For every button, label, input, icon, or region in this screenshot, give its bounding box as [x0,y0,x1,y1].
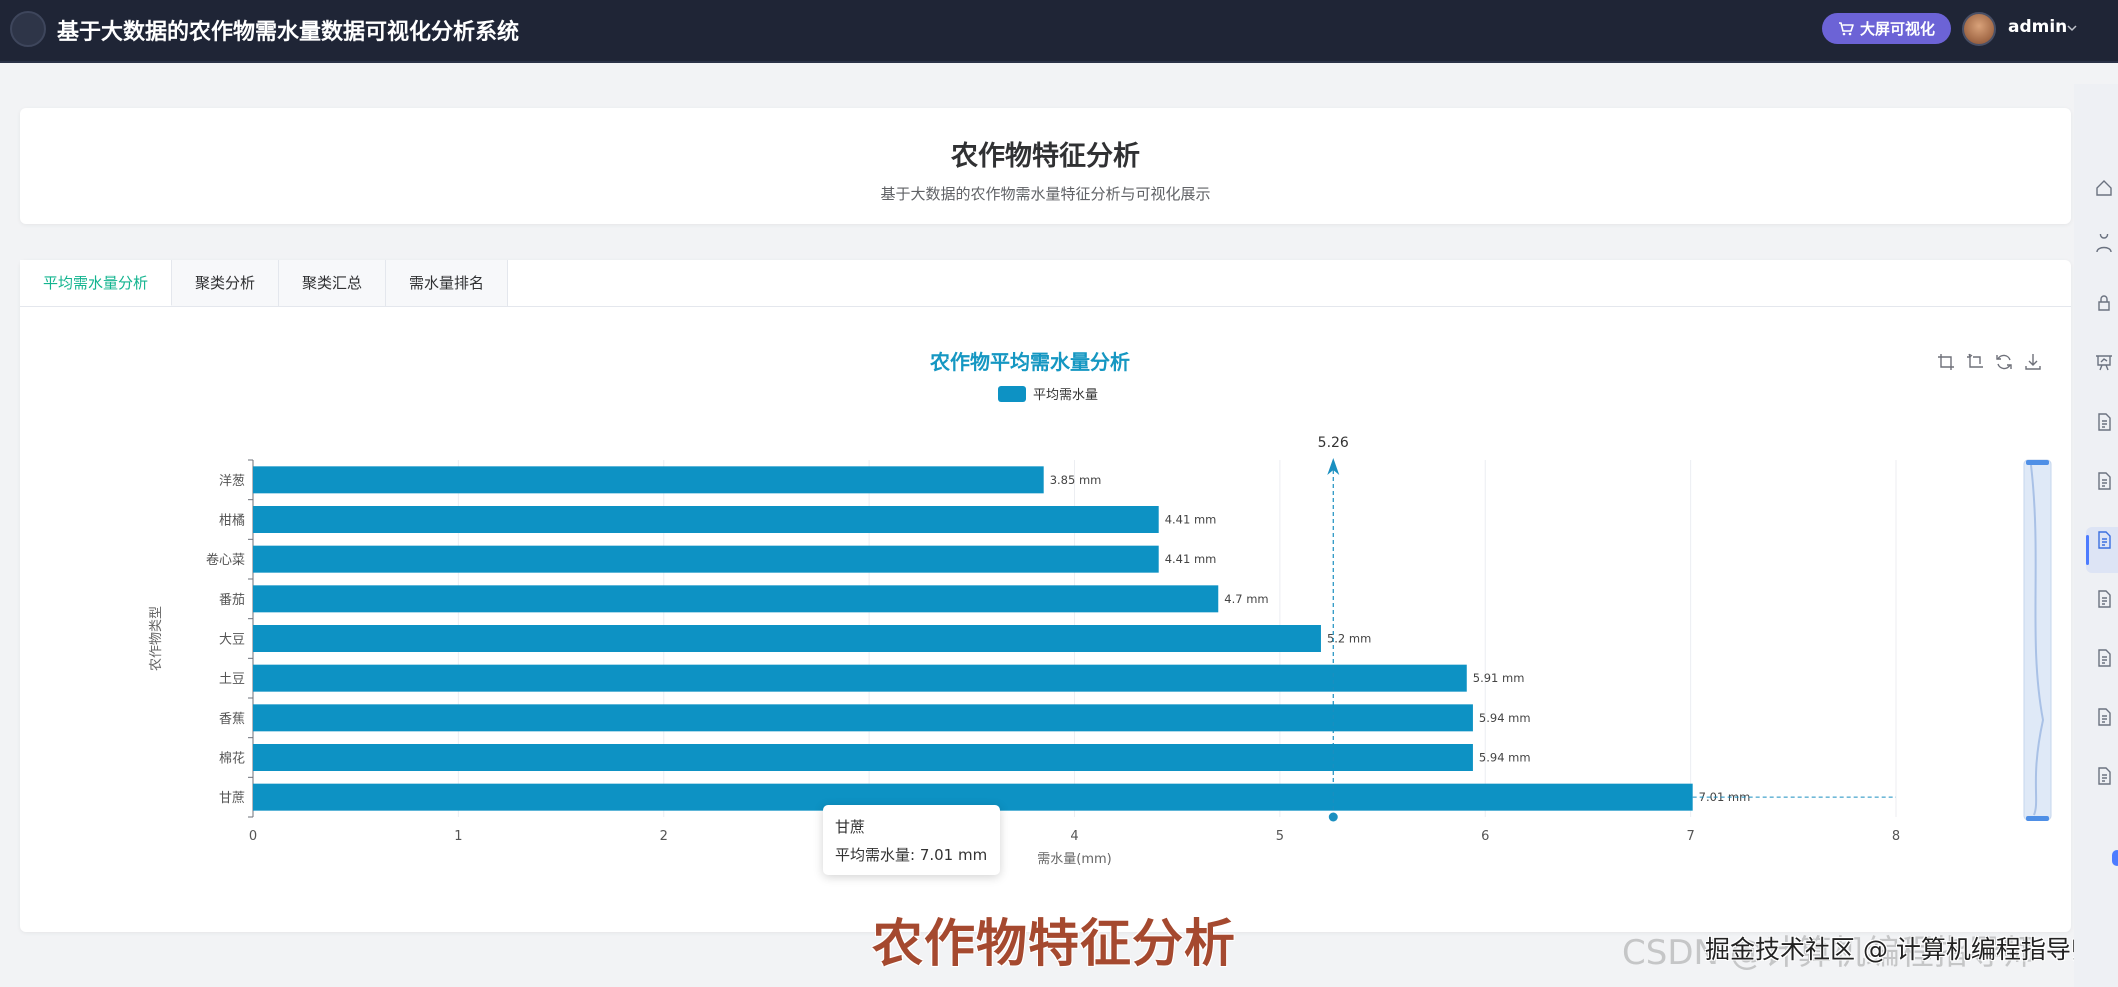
y-tick-label: 香蕉 [219,712,245,727]
video-caption: 农作物特征分析 [872,915,1237,974]
datazoom-handle-top [2026,460,2049,465]
x-tick-label: 1 [454,829,462,844]
x-tick-label: 7 [1686,829,1694,844]
bar [253,625,1321,652]
document-icon[interactable] [2094,589,2114,609]
document-icon[interactable] [2094,530,2114,550]
bar-data-label: 4.41 mm [1165,552,1217,566]
markline-label: 5.26 [1318,435,1349,451]
document-icon[interactable] [2094,648,2114,668]
credit-text: 掘金技术社区 @ 计算机编程指导师 [1705,935,2096,964]
document-icon[interactable] [2094,471,2114,491]
bar-data-label: 5.94 mm [1479,751,1531,765]
bar-data-label: 5.94 mm [1479,711,1531,725]
document-icon[interactable] [2094,766,2114,786]
x-tick-label: 0 [249,829,257,844]
bar [253,506,1159,533]
markline-dot [1328,812,1338,822]
x-tick-label: 2 [660,829,668,844]
datazoom-slider [2023,459,2052,821]
scroll-indicator[interactable] [2112,850,2118,866]
bar [253,545,1159,573]
bar [253,664,1467,692]
bar-data-label: 4.7 mm [1224,592,1268,606]
x-tick-label: 4 [1070,829,1078,844]
chart-tooltip: 甘蔗 平均需水量: 7.01 mm [823,805,1000,875]
y-tick-label: 土豆 [219,672,245,687]
x-axis-title: 需水量(mm) [1037,852,1111,867]
y-tick-label: 甘蔗 [219,791,245,806]
x-tick-label: 5 [1276,829,1284,844]
y-tick-label: 洋葱 [219,474,245,489]
lock-icon[interactable] [2094,293,2114,313]
bar [253,704,1473,732]
tooltip-title: 甘蔗 [835,818,866,836]
datazoom-handle-bottom [2026,816,2049,821]
presentation-icon[interactable] [2094,352,2114,372]
sidebar-active-indicator [2086,535,2089,565]
y-tick-label: 卷心菜 [206,552,245,568]
bar-data-label: 4.41 mm [1165,513,1217,527]
bar-data-label: 5.91 mm [1473,671,1525,685]
document-icon[interactable] [2094,707,2114,727]
x-tick-label: 8 [1892,829,1900,844]
y-tick-label: 番茄 [219,593,245,608]
y-axis-title: 农作物类型 [149,606,164,671]
y-tick-label: 大豆 [219,633,245,648]
y-tick-label: 柑橘 [219,513,245,529]
bar [253,744,1473,771]
bar-chart: 012345678洋葱3.85 mm柑橘4.41 mm卷心菜4.41 mm番茄4… [149,435,2052,867]
home-icon[interactable] [2094,178,2114,198]
document-icon[interactable] [2094,412,2114,432]
bar-data-label: 3.85 mm [1050,473,1102,487]
bar [253,585,1219,613]
bar [253,466,1044,494]
y-tick-label: 棉花 [219,751,245,767]
x-tick-label: 6 [1481,829,1489,844]
user-icon[interactable] [2094,234,2114,254]
tooltip-value: 平均需水量: 7.01 mm [835,846,988,864]
